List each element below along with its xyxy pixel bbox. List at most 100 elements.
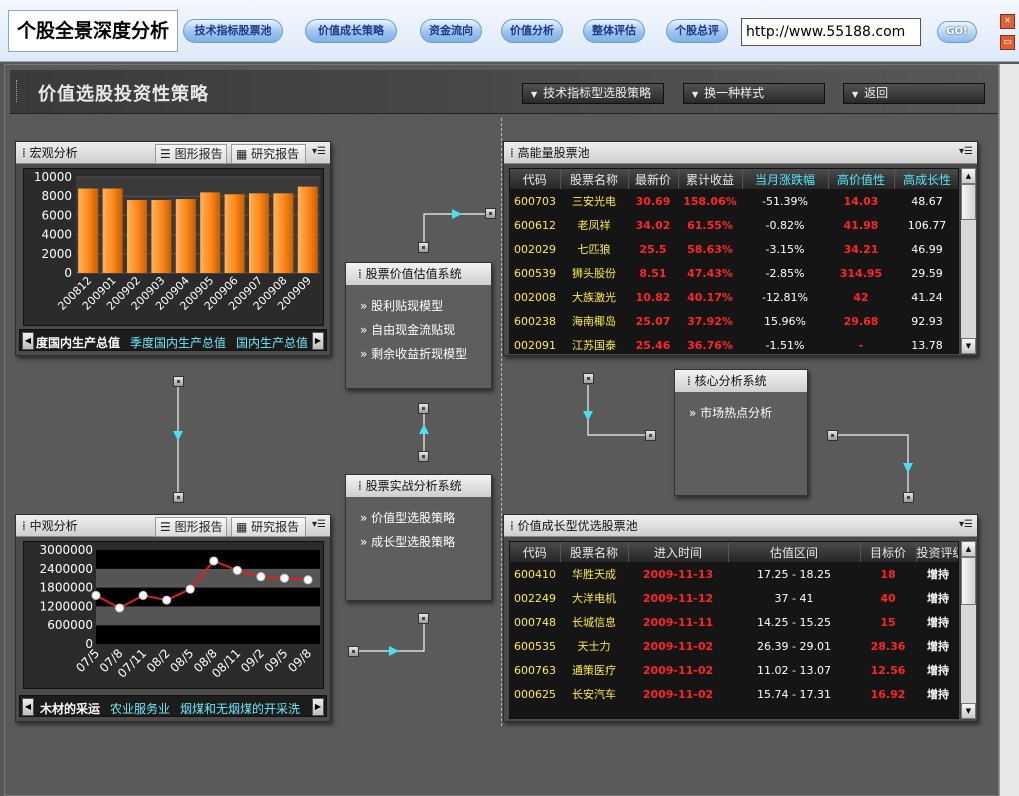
x-tick-label: 09/8 [285,646,314,675]
column-header[interactable]: 代码 [510,542,561,562]
data-point[interactable] [209,556,219,566]
panel-grip-icon: ⁞ [687,374,691,388]
table-row[interactable]: 002029 七匹狼 25.5 58.63% -3.15% 34.21 46.99 [510,237,958,261]
scroll-down-button[interactable]: ▼ [961,338,976,354]
bar[interactable] [126,200,148,273]
scroll-right-button[interactable]: ▶ [312,332,324,350]
data-point[interactable] [185,584,195,594]
table-cell: 158.06% [683,194,737,208]
column-header[interactable]: 进入时间 [628,542,729,562]
table-cell: 增持 [927,688,949,701]
column-header[interactable]: 高价值性 [828,169,895,189]
macro-link[interactable]: 度国内生产总值 [36,336,120,350]
table-cell: 600612 [514,218,556,232]
scroll-thumb[interactable] [961,184,976,220]
table-row[interactable]: 600539 狮头股份 8.51 47.43% -2.85% 314.95 29.59 [510,261,958,285]
panel-menu-icon[interactable]: ▾☰ [310,518,328,534]
bar[interactable] [297,186,318,273]
arrow-left-icon: ◀ [24,702,32,711]
data-point[interactable] [279,573,289,583]
table-row[interactable]: 600763 通策医疗 2009-11-02 11.02 - 13.07 12.56 增持 [510,658,958,682]
column-header[interactable]: 股票名称 [560,542,629,562]
column-header[interactable]: 估值区间 [728,542,861,562]
table-cell: 2009-11-11 [642,615,714,629]
scroll-down-button[interactable]: ▼ [961,703,976,719]
practice-item[interactable]: » 价值型选股策略 [360,509,455,526]
data-point[interactable] [115,603,125,613]
core-item[interactable]: » 市场热点分析 [689,404,772,421]
table-row[interactable]: 600410 华胜天成 2009-11-13 17.25 - 18.25 18 增持 [510,562,958,586]
meso-link[interactable]: 木材的采运 [40,702,100,716]
meso-link[interactable]: 农业服务业 [110,702,170,716]
column-header[interactable]: 股票名称 [560,169,629,189]
column-header[interactable]: 累计收益 [678,169,743,189]
tab-meso-research-report[interactable]: ▦ 研究报告 [231,517,306,537]
table-cell: 增持 [927,568,949,581]
table-cell: 天士力 [577,640,611,653]
table-row[interactable]: 002091 江苏国泰 25.46 36.76% -1.51% - 13.78 [510,333,958,353]
data-point[interactable] [138,590,148,600]
table-cell: 40 [880,591,896,605]
table-cell: -2.85% [765,266,805,280]
y-tick-label: 1200000 [40,599,93,613]
data-point[interactable] [91,590,101,600]
column-header[interactable]: 高成长性 [894,169,958,189]
energy-pool-scrollbar[interactable]: ▲ ▼ [960,168,976,354]
bar[interactable] [200,192,221,273]
data-point[interactable] [303,575,313,585]
list-icon: ☰ [160,520,171,534]
valuation-item[interactable]: » 自由现金流贴现 [360,321,455,338]
arrow-down-icon: ▼ [965,342,972,350]
table-cell: 600763 [514,663,556,677]
table-row[interactable]: 000625 长安汽车 2009-11-02 15.74 - 17.31 16.92 增持 [510,682,958,706]
panel-menu-icon[interactable]: ▾☰ [310,145,328,161]
bar[interactable] [78,188,99,273]
bar[interactable] [224,194,245,273]
column-header[interactable]: 投资评级 [916,542,958,562]
tab-macro-chart-report[interactable]: ☰ 图形报告 [155,144,227,164]
bar[interactable] [273,193,294,273]
bar[interactable] [248,193,270,273]
column-header[interactable]: 目标价 [860,542,917,562]
table-row[interactable]: 600535 天士力 2009-11-02 26.39 - 29.01 28.36 增持 [510,634,958,658]
bar[interactable] [102,188,123,273]
column-header[interactable]: 最新价 [628,169,679,189]
panel-grip-icon: ⁞ [22,519,26,533]
tab-meso-chart-report[interactable]: ☰ 图形报告 [155,517,227,537]
scroll-thumb[interactable] [961,557,976,605]
table-row[interactable]: 002008 大族激光 10.82 40.17% -12.81% 42 41.24 [510,285,958,309]
data-point[interactable] [232,565,242,575]
scroll-right-button[interactable]: ▶ [312,698,324,716]
table-row[interactable]: 600703 三安光电 30.69 158.06% -51.39% 14.03 48.67 [510,189,958,213]
growth-pool-scrollbar[interactable]: ▲ ▼ [960,541,976,719]
macro-link[interactable]: 季度国内生产总值 [130,336,226,350]
scroll-up-button[interactable]: ▲ [961,541,976,557]
meso-link[interactable]: 烟煤和无烟煤的开采洗 [180,702,300,716]
table-row[interactable]: 000748 长城信息 2009-11-11 14.25 - 15.25 15 增持 [510,610,958,634]
table-row[interactable]: 600612 老凤祥 34.02 61.55% -0.82% 41.98 106.77 [510,213,958,237]
macro-link[interactable]: 国内生产总值 [236,336,308,350]
bar[interactable] [151,200,172,273]
data-point[interactable] [162,595,172,605]
table-cell: 600535 [514,639,556,653]
tab-macro-research-report[interactable]: ▦ 研究报告 [231,144,306,164]
column-header[interactable]: 当月涨跌幅 [742,169,829,189]
table-cell: 通策医疗 [572,664,616,677]
scroll-up-button[interactable]: ▲ [961,168,976,184]
data-point[interactable] [256,572,266,582]
table-row[interactable]: 002249 大洋电机 2009-11-12 37 - 41 40 增持 [510,586,958,610]
table-cell: 增持 [927,616,949,629]
table-row[interactable]: 600238 海南椰岛 25.07 37.92% 15.96% 29.68 92.93 [510,309,958,333]
column-header[interactable]: 代码 [510,169,561,189]
valuation-item[interactable]: » 剩余收益折现模型 [360,345,467,362]
practice-item[interactable]: » 成长型选股策略 [360,533,455,550]
scroll-left-button[interactable]: ◀ [22,332,34,350]
panel-menu-icon[interactable]: ▾☰ [957,518,975,534]
scroll-left-button[interactable]: ◀ [22,698,34,716]
valuation-item[interactable]: » 股利贴现模型 [360,297,443,314]
connector-node [583,373,594,384]
bar[interactable] [175,199,196,273]
panel-menu-icon[interactable]: ▾☰ [957,145,975,161]
table-cell: 29.68 [843,314,879,328]
grid-band [96,550,320,569]
